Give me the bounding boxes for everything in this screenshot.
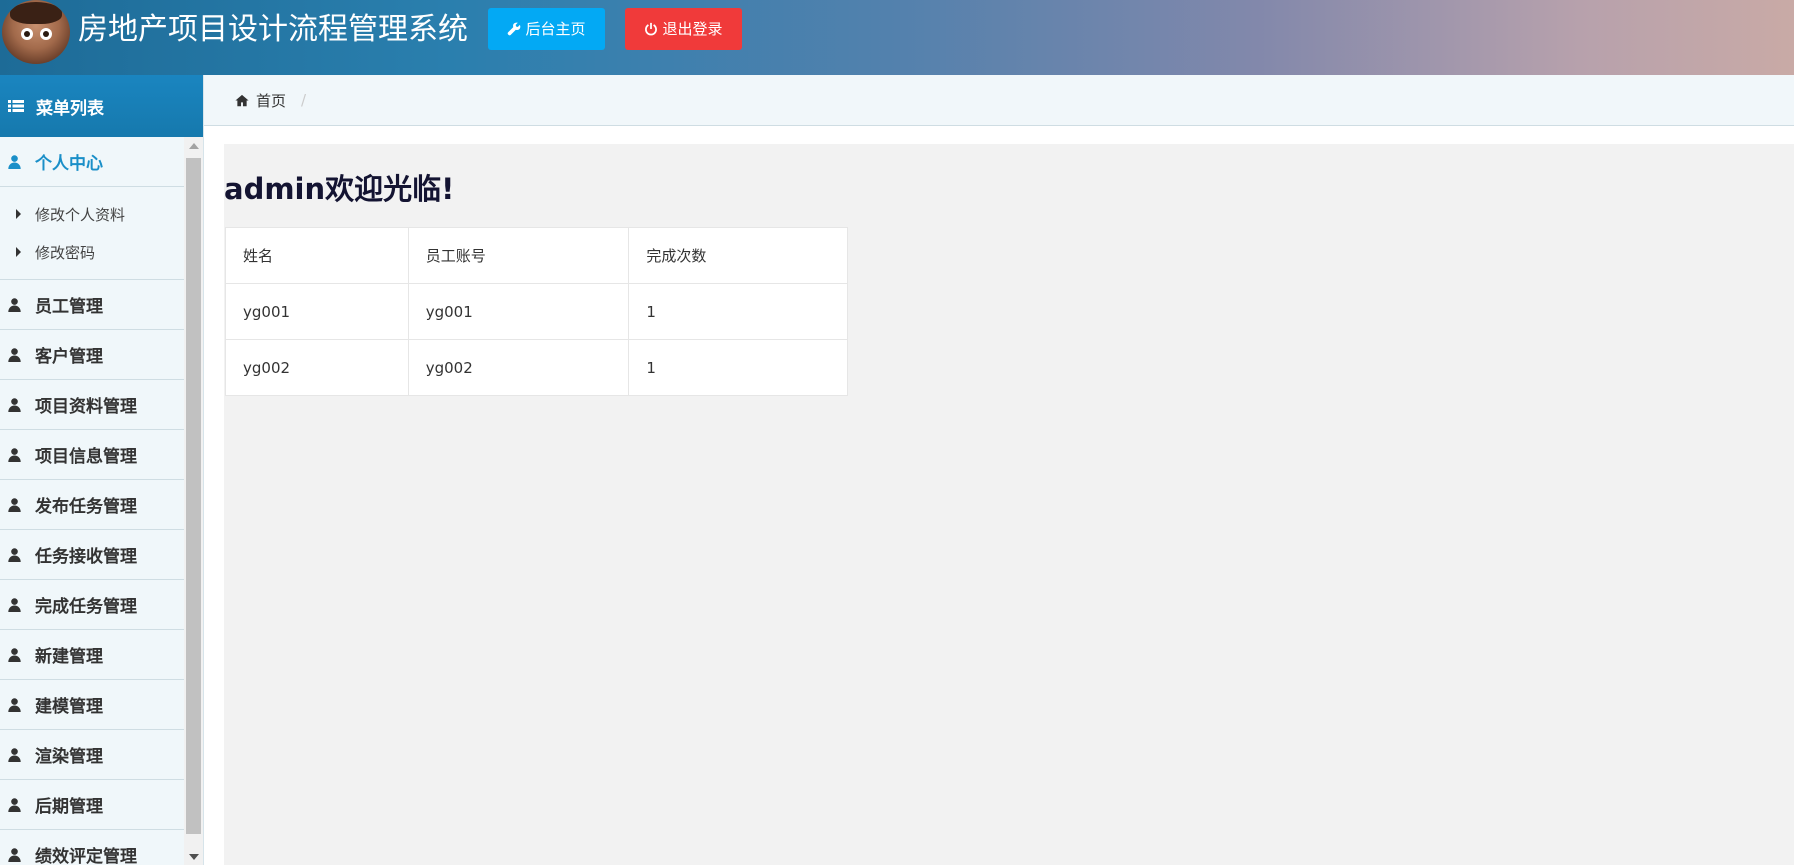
user-icon: [8, 154, 21, 169]
table-header-row: 姓名 员工账号 完成次数: [225, 227, 848, 284]
sidebar-menu: 个人中心 修改个人资料 修改密码 员工管理 客户管理 项目资料管理 项目信息管理…: [0, 137, 184, 865]
submenu-item-label: 修改密码: [35, 243, 96, 262]
sidebar-item-personal-center[interactable]: 个人中心: [0, 137, 184, 187]
sidebar-item-receive-task[interactable]: 任务接收管理: [0, 530, 184, 580]
home-icon: [235, 94, 249, 106]
avatar: [2, 0, 70, 64]
sidebar-header: 菜单列表: [0, 75, 203, 137]
logout-button-label: 退出登录: [662, 20, 723, 38]
sidebar-item-label: 任务接收管理: [35, 547, 137, 567]
power-icon: [645, 22, 658, 36]
home-button-label: 后台主页: [525, 20, 586, 38]
table-cell: yg002: [225, 339, 409, 396]
sidebar-item-label: 新建管理: [35, 647, 103, 667]
sidebar-item-customer[interactable]: 客户管理: [0, 330, 184, 380]
sidebar: 菜单列表 个人中心 修改个人资料 修改密码 员工管理 客户管理 项目资料管理 项…: [0, 75, 204, 865]
table-header-name: 姓名: [225, 227, 409, 284]
user-icon: [8, 497, 21, 512]
table-row: yg001 yg001 1: [225, 283, 848, 340]
sidebar-scrollbar[interactable]: [184, 137, 203, 865]
scroll-up-arrow-icon[interactable]: [184, 137, 203, 154]
table-cell: yg002: [407, 339, 630, 396]
sidebar-item-label: 员工管理: [35, 297, 103, 317]
submenu-personal-center: 修改个人资料 修改密码: [0, 187, 184, 280]
scroll-thumb[interactable]: [186, 158, 201, 834]
table-header-count: 完成次数: [628, 227, 848, 284]
main-content: admin欢迎光临! 姓名 员工账号 完成次数 yg001 yg001 1 yg…: [224, 144, 1794, 865]
sidebar-item-label: 完成任务管理: [35, 597, 137, 617]
user-icon: [8, 697, 21, 712]
user-icon: [8, 747, 21, 762]
user-icon: [8, 297, 21, 312]
employee-stats-table: 姓名 员工账号 完成次数 yg001 yg001 1 yg002 yg002 1: [225, 227, 848, 396]
user-icon: [8, 647, 21, 662]
user-icon: [8, 847, 21, 862]
table-cell: yg001: [225, 283, 409, 340]
user-icon: [8, 347, 21, 362]
user-icon: [8, 547, 21, 562]
caret-right-icon: [16, 209, 21, 219]
sidebar-item-label: 建模管理: [35, 697, 103, 717]
sidebar-item-complete-task[interactable]: 完成任务管理: [0, 580, 184, 630]
user-icon: [8, 447, 21, 462]
sidebar-item-publish-task[interactable]: 发布任务管理: [0, 480, 184, 530]
home-button[interactable]: 后台主页: [488, 8, 605, 50]
table-cell: 1: [628, 339, 848, 396]
submenu-item-edit-profile[interactable]: 修改个人资料: [0, 195, 184, 233]
sidebar-item-label: 项目资料管理: [35, 397, 137, 417]
caret-right-icon: [16, 247, 21, 257]
scroll-down-arrow-icon[interactable]: [184, 848, 203, 865]
breadcrumb: 首页 /: [204, 75, 1794, 126]
sidebar-item-label: 渲染管理: [35, 747, 103, 767]
user-icon: [8, 797, 21, 812]
submenu-item-label: 修改个人资料: [35, 205, 126, 224]
sidebar-item-project-docs[interactable]: 项目资料管理: [0, 380, 184, 430]
sidebar-item-new-build[interactable]: 新建管理: [0, 630, 184, 680]
sidebar-item-performance[interactable]: 绩效评定管理: [0, 830, 184, 865]
wrench-icon: [508, 22, 521, 36]
welcome-heading: admin欢迎光临!: [224, 172, 455, 206]
sidebar-item-post-production[interactable]: 后期管理: [0, 780, 184, 830]
submenu-item-change-password[interactable]: 修改密码: [0, 233, 184, 271]
breadcrumb-home[interactable]: 首页: [256, 90, 286, 111]
sidebar-item-label: 项目信息管理: [35, 447, 137, 467]
table-header-account: 员工账号: [407, 227, 630, 284]
sidebar-item-label: 发布任务管理: [35, 497, 137, 517]
sidebar-item-modeling[interactable]: 建模管理: [0, 680, 184, 730]
breadcrumb-separator: /: [301, 91, 307, 109]
table-row: yg002 yg002 1: [225, 339, 848, 396]
sidebar-item-label: 绩效评定管理: [35, 847, 137, 865]
logout-button[interactable]: 退出登录: [625, 8, 742, 50]
sidebar-item-employee[interactable]: 员工管理: [0, 280, 184, 330]
sidebar-item-project-info[interactable]: 项目信息管理: [0, 430, 184, 480]
sidebar-item-rendering[interactable]: 渲染管理: [0, 730, 184, 780]
table-cell: 1: [628, 283, 848, 340]
sidebar-title: 菜单列表: [36, 98, 104, 119]
user-icon: [8, 397, 21, 412]
top-header: 房地产项目设计流程管理系统 后台主页 退出登录: [0, 0, 1794, 75]
list-icon: [8, 100, 24, 112]
sidebar-item-label: 后期管理: [35, 797, 103, 817]
sidebar-item-label: 个人中心: [35, 154, 103, 174]
app-title: 房地产项目设计流程管理系统: [78, 12, 468, 47]
user-icon: [8, 597, 21, 612]
table-cell: yg001: [407, 283, 630, 340]
sidebar-item-label: 客户管理: [35, 347, 103, 367]
